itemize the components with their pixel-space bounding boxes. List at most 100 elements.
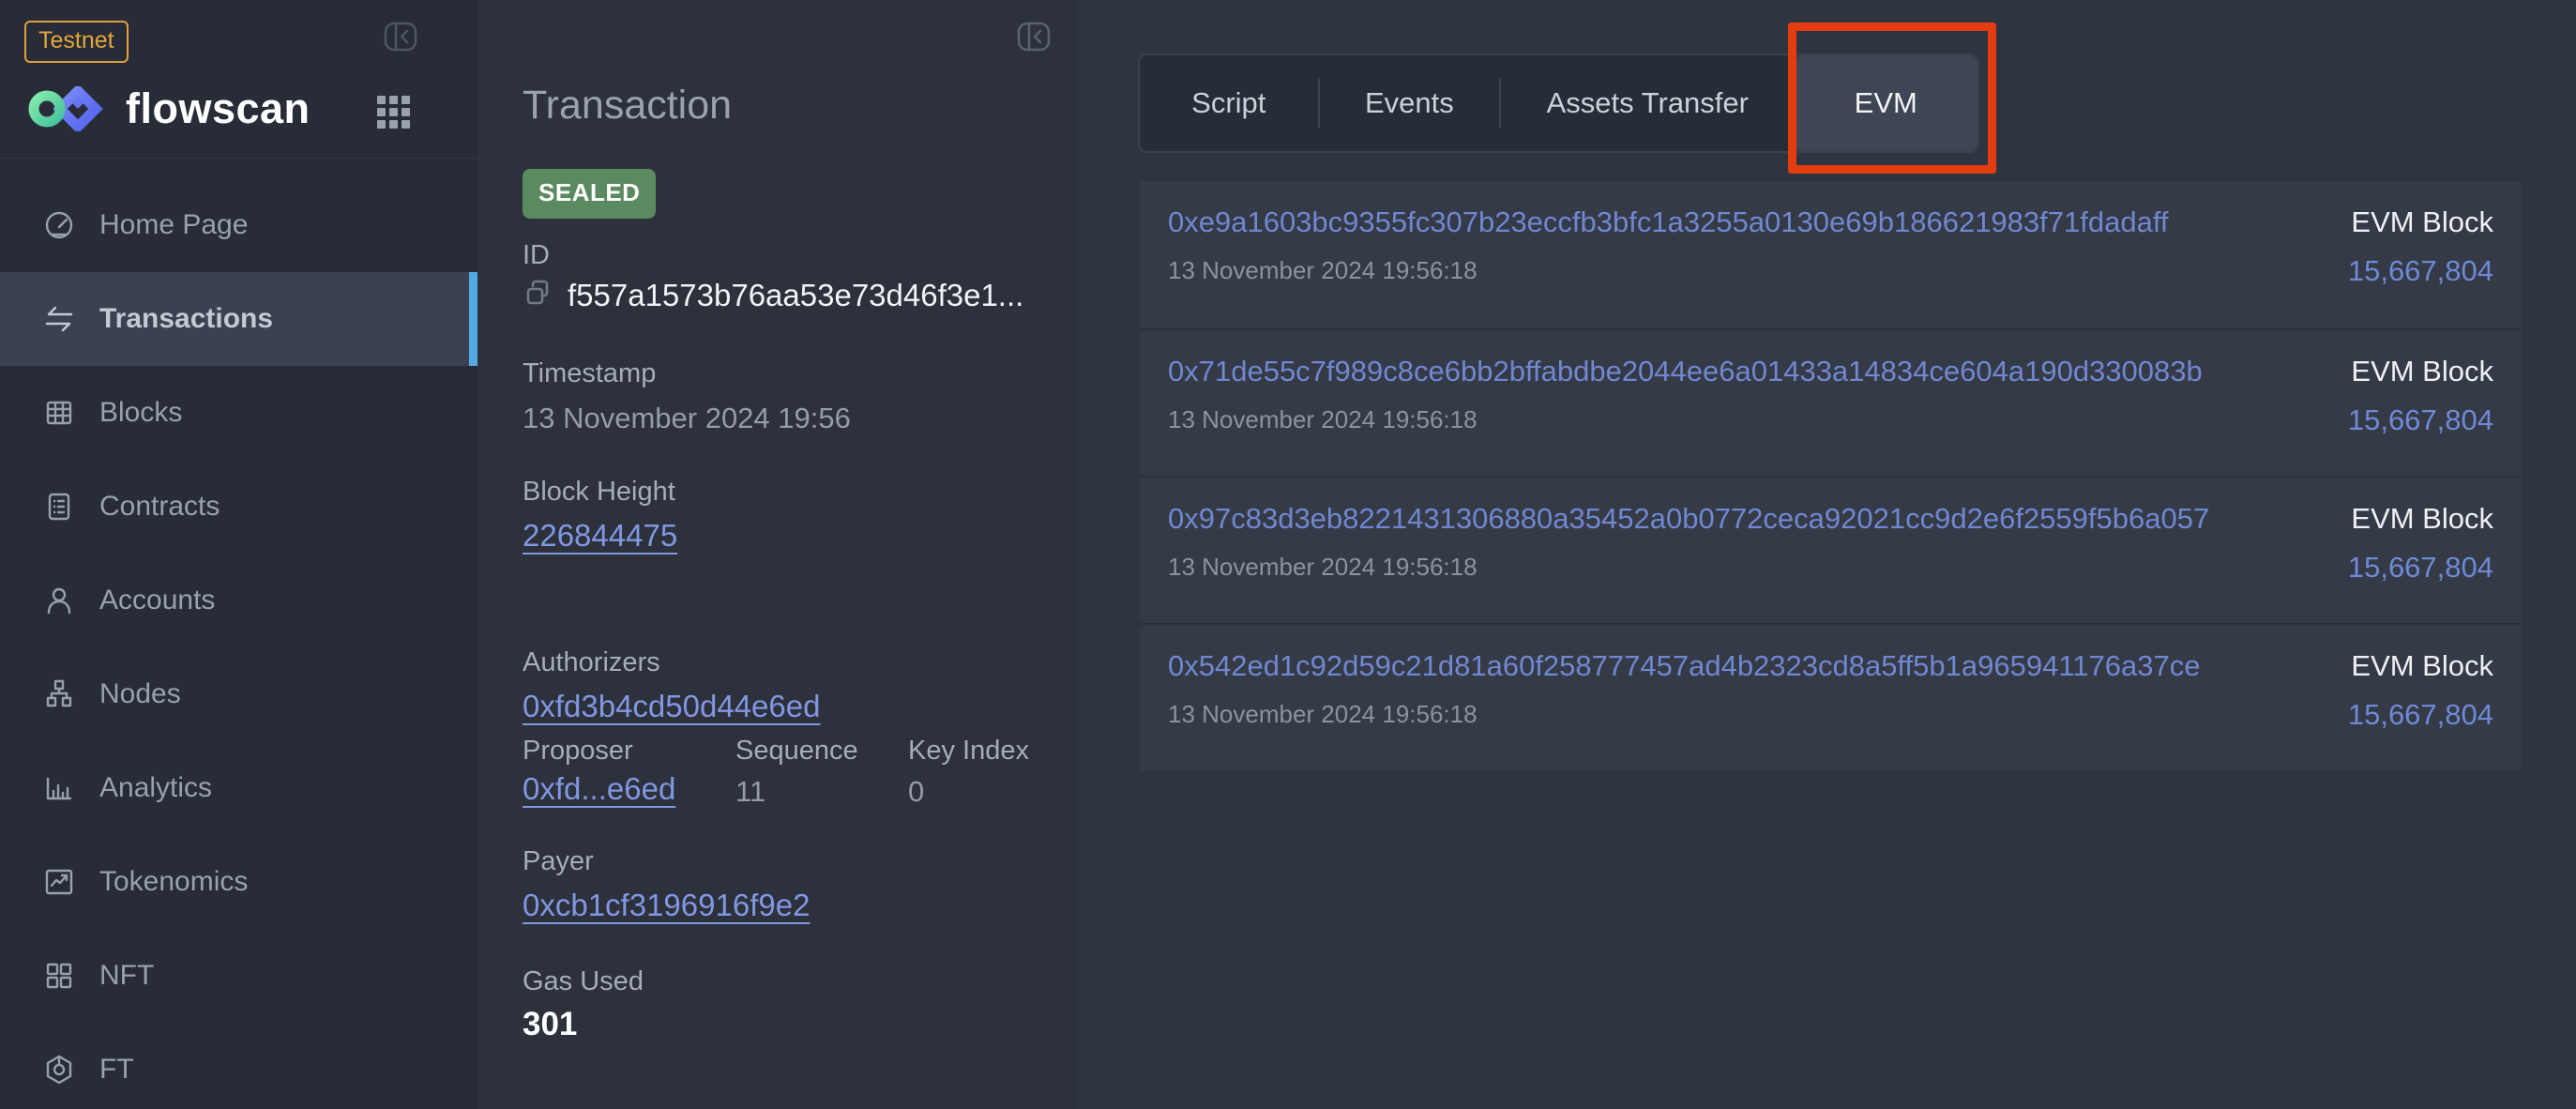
grid-icon	[375, 120, 413, 134]
block-height-link[interactable]: 226844475	[523, 518, 677, 553]
tab-evm[interactable]: EVM	[1794, 55, 1977, 151]
gas-used-value: 301	[523, 1006, 577, 1043]
collapse-panel-icon	[1016, 41, 1052, 55]
evm-block-label: EVM Block	[2348, 649, 2493, 683]
panel-collapse-button[interactable]	[1016, 21, 1052, 55]
proposer-row: 0xfd...e6ed	[523, 771, 675, 807]
sidebar-item-nft[interactable]: NFT	[0, 929, 477, 1023]
proposer-address-link[interactable]: 0xfd...e6ed	[523, 771, 675, 806]
sidebar-item-ft[interactable]: FT	[0, 1023, 477, 1109]
block-height-label: Block Height	[523, 477, 675, 508]
row-left: 0x71de55c7f989c8ce6bb2bffabdbe2044ee6a01…	[1168, 355, 2203, 476]
id-label: ID	[523, 240, 550, 271]
evm-block-number-link[interactable]: 15,667,804	[2348, 254, 2493, 288]
timestamp-label: Timestamp	[523, 358, 656, 389]
row-left: 0x97c83d3eb8221431306880a35452a0b0772cec…	[1168, 502, 2209, 623]
row-left: 0xe9a1603bc9355fc307b23eccfb3bfc1a3255a0…	[1168, 205, 2169, 328]
evm-tx-hash-link[interactable]: 0x542ed1c92d59c21d81a60f258777457ad4b232…	[1168, 649, 2200, 683]
row-left: 0x542ed1c92d59c21d81a60f258777457ad4b232…	[1168, 649, 2200, 770]
tab-events[interactable]: Events	[1320, 55, 1500, 151]
status-badge: SEALED	[523, 169, 656, 219]
hierarchy-icon	[41, 676, 77, 712]
sidebar-nav: Home Page Transactions Blocks Contract	[0, 178, 477, 1109]
sidebar-item-contracts[interactable]: Contracts	[0, 460, 477, 554]
evm-tx-timestamp: 13 November 2024 19:56:18	[1168, 553, 2209, 582]
evm-block-number-link[interactable]: 15,667,804	[2348, 551, 2493, 585]
sidebar-item-home-page[interactable]: Home Page	[0, 178, 477, 272]
sequence-label: Sequence	[735, 736, 858, 767]
sidebar-item-label: Contracts	[99, 491, 220, 523]
evm-tx-timestamp: 13 November 2024 19:56:18	[1168, 700, 2200, 729]
evm-block-label: EVM Block	[2348, 502, 2493, 536]
tab-bar: Script Events Assets Transfer EVM	[1138, 53, 1979, 153]
line-chart-icon	[41, 864, 77, 900]
row-right: EVM Block 15,667,804	[2348, 355, 2493, 476]
row-right: EVM Block 15,667,804	[2348, 502, 2493, 623]
brand-name: flowscan	[126, 84, 311, 133]
sidebar-item-label: Tokenomics	[99, 866, 248, 898]
gauge-icon	[41, 207, 77, 243]
transaction-panel: Transaction SEALED ID f557a1573b76aa53e7…	[477, 0, 1077, 1109]
payer-address-link[interactable]: 0xcb1cf3196916f9e2	[523, 888, 810, 922]
evm-transaction-list: 0xe9a1603bc9355fc307b23eccfb3bfc1a3255a0…	[1140, 181, 2522, 770]
evm-tx-hash-link[interactable]: 0x97c83d3eb8221431306880a35452a0b0772cec…	[1168, 502, 2209, 536]
person-icon	[41, 583, 77, 618]
evm-tx-hash-link[interactable]: 0x71de55c7f989c8ce6bb2bffabdbe2044ee6a01…	[1168, 355, 2203, 388]
evm-tx-timestamp: 13 November 2024 19:56:18	[1168, 405, 2203, 434]
payer-row: 0xcb1cf3196916f9e2	[523, 888, 810, 923]
authorizer-address-link[interactable]: 0xfd3b4cd50d44e6ed	[523, 689, 820, 723]
sidebar-item-label: NFT	[99, 960, 154, 992]
sidebar-item-tokenomics[interactable]: Tokenomics	[0, 835, 477, 929]
evm-block-label: EVM Block	[2348, 355, 2493, 388]
evm-tx-hash-link[interactable]: 0xe9a1603bc9355fc307b23eccfb3bfc1a3255a0…	[1168, 205, 2169, 239]
evm-block-label: EVM Block	[2348, 205, 2493, 239]
flowscan-logo-icon	[24, 86, 105, 136]
sidebar-item-label: Analytics	[99, 772, 212, 804]
key-index-label: Key Index	[908, 736, 1029, 767]
four-squares-icon	[41, 958, 77, 994]
sidebar-collapse-button[interactable]	[383, 21, 418, 55]
gas-used-label: Gas Used	[523, 966, 644, 997]
sidebar-item-transactions[interactable]: Transactions	[0, 272, 477, 366]
row-right: EVM Block 15,667,804	[2348, 205, 2493, 328]
transfer-arrows-icon	[41, 301, 77, 337]
token-cube-icon	[41, 1052, 77, 1087]
id-row: f557a1573b76aa53e73d46f3e1...	[523, 278, 1023, 313]
document-list-icon	[41, 489, 77, 524]
evm-tx-timestamp: 13 November 2024 19:56:18	[1168, 256, 2169, 285]
row-right: EVM Block 15,667,804	[2348, 649, 2493, 770]
tab-assets-transfer[interactable]: Assets Transfer	[1501, 55, 1794, 151]
network-badge: Testnet	[24, 21, 129, 63]
table-grid-icon	[41, 395, 77, 431]
sidebar-item-label: Nodes	[99, 678, 181, 710]
evm-transaction-row: 0x97c83d3eb8221431306880a35452a0b0772cec…	[1140, 476, 2522, 623]
sidebar-divider	[0, 158, 477, 159]
tab-script[interactable]: Script	[1140, 55, 1318, 151]
sidebar-item-label: Accounts	[99, 585, 215, 616]
sidebar: Testnet	[0, 0, 477, 1109]
evm-transaction-row: 0xe9a1603bc9355fc307b23eccfb3bfc1a3255a0…	[1140, 181, 2522, 328]
sidebar-item-nodes[interactable]: Nodes	[0, 647, 477, 741]
evm-block-number-link[interactable]: 15,667,804	[2348, 403, 2493, 437]
apps-grid-button[interactable]	[375, 94, 413, 134]
sequence-value: 11	[735, 775, 765, 809]
sidebar-item-label: Home Page	[99, 209, 248, 241]
copy-icon[interactable]	[523, 279, 553, 313]
sidebar-item-label: FT	[99, 1054, 134, 1086]
evm-transaction-row: 0x71de55c7f989c8ce6bb2bffabdbe2044ee6a01…	[1140, 328, 2522, 476]
collapse-panel-icon	[383, 41, 418, 55]
timestamp-value: 13 November 2024 19:56	[523, 402, 851, 435]
sidebar-item-accounts[interactable]: Accounts	[0, 554, 477, 647]
active-indicator-bar	[469, 272, 477, 366]
sidebar-item-blocks[interactable]: Blocks	[0, 366, 477, 460]
evm-block-number-link[interactable]: 15,667,804	[2348, 698, 2493, 732]
sidebar-item-label: Transactions	[99, 303, 273, 335]
authorizers-row: 0xfd3b4cd50d44e6ed	[523, 689, 820, 724]
panel-title: Transaction	[523, 83, 732, 129]
sidebar-item-label: Blocks	[99, 397, 182, 429]
bar-chart-icon	[41, 770, 77, 806]
payer-label: Payer	[523, 846, 594, 877]
sidebar-item-analytics[interactable]: Analytics	[0, 741, 477, 835]
evm-transaction-row: 0x542ed1c92d59c21d81a60f258777457ad4b232…	[1140, 623, 2522, 770]
key-index-value: 0	[908, 775, 924, 809]
